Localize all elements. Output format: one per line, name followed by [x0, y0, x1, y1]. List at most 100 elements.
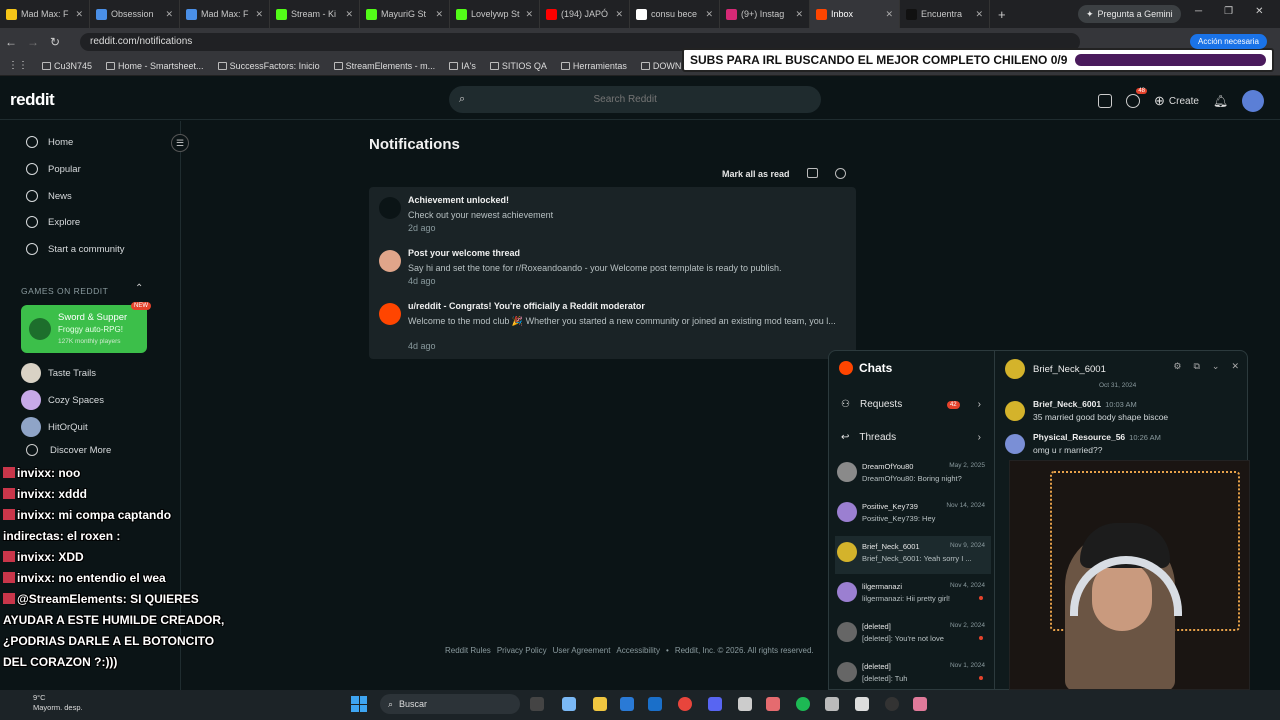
- store-icon[interactable]: [620, 697, 634, 711]
- app-icon[interactable]: [913, 697, 927, 711]
- notification-item[interactable]: Achievement unlocked! Check out your newe…: [369, 187, 856, 240]
- chat-icon[interactable]: 48: [1126, 88, 1147, 108]
- chat-thread[interactable]: DreamOfYou80 May 2, 2025 DreamOfYou80: Bor…: [835, 456, 991, 494]
- forward-icon[interactable]: →: [22, 35, 44, 49]
- footer-link[interactable]: Privacy Policy: [497, 646, 547, 655]
- chat-thread[interactable]: Positive_Key739 Nov 14, 2024 Positive_Key7…: [835, 496, 991, 534]
- obs-icon[interactable]: [885, 697, 899, 711]
- browser-tab[interactable]: (194) JAPÓ ✕: [540, 0, 630, 28]
- new-tab-button[interactable]: +: [990, 7, 1014, 22]
- sidebar-item-home[interactable]: Home: [26, 136, 73, 148]
- game-item[interactable]: Discover More: [21, 444, 111, 456]
- games-section-header[interactable]: GAMES ON REDDIT: [21, 286, 108, 296]
- reload-icon[interactable]: ↻: [44, 35, 66, 49]
- game-item[interactable]: Cozy Spaces: [21, 390, 104, 410]
- reddit-logo[interactable]: reddit: [10, 90, 55, 110]
- chat-thread[interactable]: lilgermanazi Nov 4, 2024 lilgermanazi: Hii…: [835, 576, 991, 614]
- footer-link[interactable]: User Agreement: [553, 646, 611, 655]
- action-needed-button[interactable]: Acción necesaria: [1190, 34, 1267, 49]
- bookmark-item[interactable]: Cu3N745: [42, 61, 92, 71]
- browser-tab[interactable]: Mad Max: F ✕: [0, 0, 90, 28]
- snipping-icon[interactable]: [855, 697, 869, 711]
- close-icon[interactable]: ✕: [345, 9, 353, 20]
- browser-tab[interactable]: Obsession ✕: [90, 0, 180, 28]
- mark-all-read-button[interactable]: Mark all as read: [722, 169, 790, 179]
- sidebar-item-explore[interactable]: Explore: [26, 216, 80, 228]
- threads-item[interactable]: ↩ Threads ›: [841, 432, 981, 443]
- chrome-icon[interactable]: [678, 697, 692, 711]
- game-item[interactable]: HitOrQuit: [21, 417, 88, 437]
- browser-tab[interactable]: Lovelywp St ✕: [450, 0, 540, 28]
- discord-icon[interactable]: [708, 697, 722, 711]
- search-input[interactable]: [465, 94, 786, 105]
- notification-item[interactable]: Post your welcome thread Say hi and set t…: [369, 240, 856, 293]
- gear-icon[interactable]: [835, 168, 846, 179]
- bell-icon[interactable]: 🔔︎: [1213, 94, 1228, 108]
- sidebar-item-popular[interactable]: Popular: [26, 163, 81, 175]
- browser-tab[interactable]: MayuriG St ✕: [360, 0, 450, 28]
- bookmark-item[interactable]: SITIOS QA: [489, 61, 547, 71]
- chat-thread[interactable]: Brief_Neck_6001 Nov 9, 2024 Brief_Neck_600…: [835, 536, 991, 574]
- close-icon[interactable]: ✕: [615, 9, 623, 20]
- bookmark-item[interactable]: IA's: [449, 61, 476, 71]
- copilot-icon[interactable]: [562, 697, 576, 711]
- browser-tab[interactable]: Mad Max: F ✕: [180, 0, 270, 28]
- windows-start-icon[interactable]: [351, 696, 367, 712]
- weather-widget[interactable]: 9°C Mayorm. desp.: [33, 693, 83, 713]
- game-item[interactable]: Taste Trails: [21, 363, 96, 383]
- featured-game-card[interactable]: Sword & Supper Froggy auto-RPG! 127K mon…: [21, 302, 151, 353]
- sidebar-item-news[interactable]: News: [26, 190, 72, 202]
- browser-tab[interactable]: Inbox ✕: [810, 0, 900, 28]
- task-view-icon[interactable]: [530, 697, 544, 711]
- footer-link[interactable]: Reddit Rules: [445, 646, 491, 655]
- maximize-icon[interactable]: ❐: [1224, 6, 1233, 17]
- bookmark-item[interactable]: Herramientas: [560, 61, 627, 71]
- create-button[interactable]: ⊕ Create: [1154, 93, 1199, 109]
- notification-item[interactable]: u/reddit - Congrats! You're officially a…: [369, 293, 856, 359]
- close-icon[interactable]: ✕: [255, 9, 263, 20]
- outlook-icon[interactable]: [648, 697, 662, 711]
- browser-tab[interactable]: Encuentra ✕: [900, 0, 990, 28]
- close-icon[interactable]: ✕: [705, 9, 713, 20]
- browser-tab[interactable]: (9+) Instag ✕: [720, 0, 810, 28]
- requests-item[interactable]: ⚇ Requests 42 ›: [841, 399, 981, 410]
- sidebar-item-start-a-community[interactable]: Start a community: [26, 243, 125, 255]
- close-icon[interactable]: ✕: [795, 9, 803, 20]
- minimize-icon[interactable]: ─: [1195, 6, 1202, 17]
- close-icon[interactable]: ✕: [975, 9, 983, 20]
- bookmark-item[interactable]: SuccessFactors: Inicio: [217, 61, 320, 71]
- folder-icon[interactable]: [593, 697, 607, 711]
- close-icon[interactable]: ✕: [525, 9, 533, 20]
- avatar[interactable]: [1242, 90, 1265, 112]
- bookmark-item[interactable]: StreamElements - m...: [333, 61, 435, 71]
- spotify-icon[interactable]: [796, 697, 810, 711]
- advertise-icon[interactable]: [1098, 94, 1112, 108]
- browser-tab[interactable]: Stream - Ki ✕: [270, 0, 360, 28]
- chevron-down-icon[interactable]: ⌄: [1212, 361, 1220, 372]
- chat-thread[interactable]: [deleted] Nov 1, 2024 [deleted]: Tuh: [835, 656, 991, 689]
- notepad-icon[interactable]: [825, 697, 839, 711]
- gear-icon[interactable]: ⚙: [1173, 361, 1181, 372]
- close-icon[interactable]: ✕: [885, 9, 893, 20]
- chevron-up-icon[interactable]: ⌃: [135, 283, 143, 294]
- inbox-icon[interactable]: [807, 168, 818, 178]
- close-icon[interactable]: ✕: [435, 9, 443, 20]
- bookmark-item[interactable]: Home - Smartsheet...: [106, 61, 204, 71]
- chat-thread[interactable]: [deleted] Nov 2, 2024 [deleted]: You're no…: [835, 616, 991, 654]
- taskbar-search[interactable]: ⌕ Buscar: [380, 694, 520, 714]
- back-icon[interactable]: ←: [0, 35, 22, 49]
- browser-tab[interactable]: consu bece ✕: [630, 0, 720, 28]
- close-icon[interactable]: ✕: [75, 9, 83, 20]
- search-bar[interactable]: ⌕: [449, 86, 821, 113]
- close-icon[interactable]: ✕: [1255, 6, 1263, 17]
- app-icon[interactable]: [766, 697, 780, 711]
- bookmark-item[interactable]: DOWN: [640, 61, 681, 71]
- close-icon[interactable]: ✕: [165, 9, 173, 20]
- close-icon[interactable]: ✕: [1231, 361, 1239, 372]
- gemini-button[interactable]: ✦ Pregunta a Gemini: [1078, 5, 1181, 23]
- calculator-icon[interactable]: [738, 697, 752, 711]
- sidebar-collapse-button[interactable]: ☰: [171, 134, 189, 152]
- popout-icon[interactable]: ⧉: [1193, 361, 1199, 372]
- footer-link[interactable]: Accessibility: [616, 646, 660, 655]
- apps-icon[interactable]: ⋮⋮: [8, 60, 28, 71]
